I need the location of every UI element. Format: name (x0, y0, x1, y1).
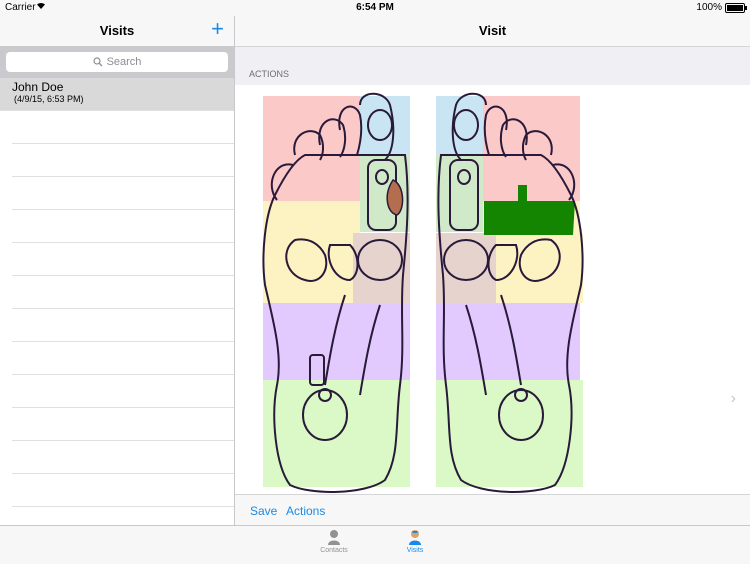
visit-row[interactable]: John Doe (4/9/15, 6:53 PM) (0, 78, 234, 111)
foot-reflexology-diagram[interactable] (235, 85, 750, 494)
right-spine-zone-top (436, 96, 483, 154)
empty-row (12, 111, 234, 144)
detail-title: Visit (478, 23, 507, 38)
tab-contacts-label: Contacts (320, 547, 348, 554)
visit-detail-panel: Visit ACTIONS › Save Actions (235, 16, 750, 526)
visit-name: John Doe (12, 80, 64, 94)
visit-date: (4/9/15, 6:53 PM) (14, 94, 84, 104)
empty-row (12, 276, 234, 309)
tab-bar: Contacts Visits (0, 525, 750, 564)
left-toe-zone (263, 96, 360, 201)
reflexology-diagram-cell[interactable] (235, 85, 750, 494)
right-heel-zone (436, 380, 583, 487)
master-title: Visits (99, 23, 135, 38)
save-button[interactable]: Save (250, 504, 277, 518)
battery-percent: 100% (696, 2, 722, 13)
status-time: 6:54 PM (356, 2, 394, 13)
right-arch-zone (436, 303, 580, 380)
master-nav-bar: Visits + (0, 16, 234, 46)
battery-icon (725, 3, 747, 13)
empty-row (12, 408, 234, 441)
left-upper-zone (263, 201, 360, 233)
section-label: ACTIONS (249, 69, 290, 79)
detail-toolbar: Save Actions (235, 494, 750, 526)
empty-row (12, 375, 234, 408)
doctor-icon (409, 530, 421, 545)
tab-visits-label: Visits (406, 547, 424, 554)
detail-nav-bar: Visit (235, 16, 750, 47)
tab-contacts[interactable]: Contacts (304, 529, 364, 554)
empty-row (12, 342, 234, 375)
empty-row (12, 474, 234, 507)
empty-row (12, 243, 234, 276)
section-header: ACTIONS (235, 47, 750, 86)
search-placeholder: Search (106, 56, 142, 68)
left-heel-zone (263, 380, 410, 487)
empty-row (12, 177, 234, 210)
add-visit-button[interactable]: + (211, 18, 224, 40)
chevron-right-icon[interactable]: › (731, 390, 736, 408)
search-icon (92, 57, 103, 67)
search-input[interactable]: Search (6, 52, 228, 72)
tab-visits[interactable]: Visits (385, 529, 445, 554)
empty-row (12, 144, 234, 177)
right-spine-zone-mid (436, 154, 483, 232)
empty-row (12, 441, 234, 474)
empty-row (12, 309, 234, 342)
search-bar: Search (0, 46, 234, 78)
person-icon (328, 530, 340, 545)
status-bar: Carrier 6:54 PM 100% (0, 0, 750, 16)
empty-row (12, 210, 234, 243)
left-arch-zone (263, 303, 410, 380)
visits-master-panel: Visits + Search John Doe (4/9/15, 6:53 P… (0, 16, 235, 525)
actions-button[interactable]: Actions (286, 504, 325, 518)
